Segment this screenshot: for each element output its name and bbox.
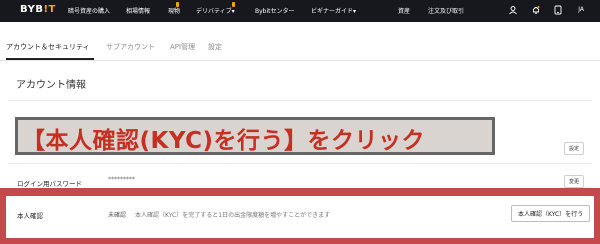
active-tab-indicator <box>6 58 94 60</box>
kyc-label: 本人確認 <box>17 212 43 220</box>
nav-markets[interactable]: 相場情報 <box>126 6 150 15</box>
logo-accent: !T <box>43 4 56 15</box>
change-password-button[interactable]: 変更 <box>564 175 585 188</box>
instruction-text: 【本人確認(KYC)を行う】をクリック <box>22 128 426 154</box>
new-badge-spot <box>176 2 180 7</box>
user-icon[interactable] <box>508 5 518 15</box>
new-badge-derivatives <box>232 2 236 7</box>
kyc-verify-button[interactable]: 本人確認（KYC）を行う <box>511 205 591 222</box>
nav-assets[interactable]: 資産 <box>398 6 410 15</box>
nav-beginner-guide[interactable]: ビギナーガイド▾ <box>311 6 356 15</box>
divider <box>8 100 592 101</box>
nav-bybit-center[interactable]: Bybitセンター <box>255 6 295 15</box>
logo-main: BYB <box>20 4 44 15</box>
kyc-status: 未確認 <box>108 212 127 219</box>
login-password-value: ********* <box>108 176 135 183</box>
top-navigation-bar: BYB!T 暗号資産の購入 相場情報 現物 デリバティブ▾ Bybitセンター … <box>0 0 600 22</box>
nav-derivatives[interactable]: デリバティブ▾ <box>196 6 235 15</box>
section-title: アカウント情報 <box>16 80 86 91</box>
bell-icon[interactable] <box>531 5 541 15</box>
kyc-description: 本人確認（KYC）を完了すると1日の出金限度額を増やすことができます <box>135 212 331 219</box>
tab-settings[interactable]: 設定 <box>208 42 222 52</box>
download-icon[interactable] <box>553 5 563 15</box>
tab-subaccount[interactable]: サブアカウント <box>106 42 155 52</box>
avatar[interactable]: JA <box>578 6 584 13</box>
nav-spot[interactable]: 現物 <box>168 6 180 15</box>
bybit-logo[interactable]: BYB!T <box>20 4 56 15</box>
nav-orders[interactable]: 注文及び取引 <box>428 6 464 15</box>
instruction-overlay: 【本人確認(KYC)を行う】をクリック <box>15 117 495 155</box>
divider <box>8 163 592 164</box>
nav-buy-crypto[interactable]: 暗号資産の購入 <box>68 6 110 15</box>
login-password-label: ログイン用パスワード <box>17 180 82 188</box>
settings-button[interactable]: 設定 <box>564 142 585 155</box>
tab-api-management[interactable]: API管理 <box>170 42 195 52</box>
tab-account-security[interactable]: アカウント＆セキュリティ <box>6 42 90 52</box>
